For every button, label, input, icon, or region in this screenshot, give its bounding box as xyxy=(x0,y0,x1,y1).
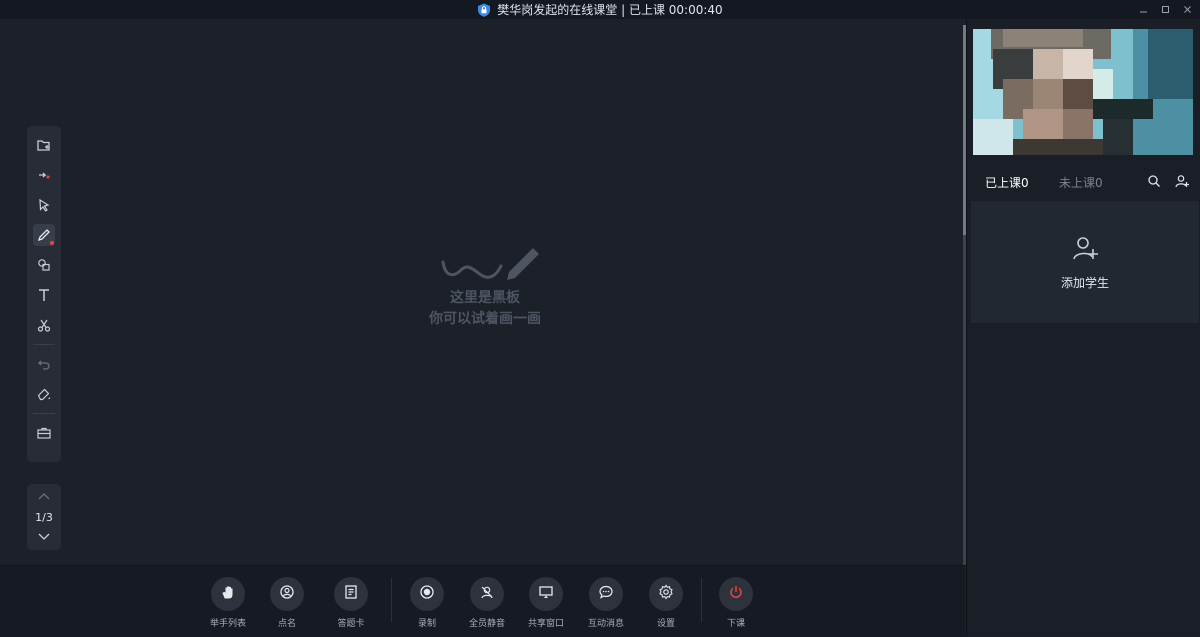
control-label: 点名 xyxy=(277,619,296,629)
answer-card-button[interactable]: 答题卡 xyxy=(321,577,381,629)
page-up-icon[interactable] xyxy=(38,490,50,503)
toolbar-divider xyxy=(33,413,55,414)
teacher-video[interactable] xyxy=(973,29,1193,155)
control-label: 全员静音 xyxy=(468,619,505,629)
toolbar-divider xyxy=(33,344,55,345)
student-panel: 已上课0 未上课0 添加学生 xyxy=(966,19,1200,636)
import-file-icon[interactable] xyxy=(33,134,55,156)
laser-pointer-icon[interactable] xyxy=(33,164,55,186)
scribble-pencil-icon xyxy=(441,248,539,280)
add-user-icon xyxy=(1071,234,1099,274)
mute-all-button[interactable]: 全员静音 xyxy=(457,577,517,629)
title-bar: 樊华岗发起的在线课堂 | 已上课 00:00:40 xyxy=(0,0,1200,19)
control-label: 举手列表 xyxy=(209,619,246,629)
control-label: 设置 xyxy=(656,619,675,629)
empty-hint-line1: 这里是黑板 xyxy=(450,290,520,306)
record-button[interactable]: 录制 xyxy=(397,577,457,629)
video-feed-image xyxy=(973,29,1193,155)
add-student-icon[interactable] xyxy=(1175,174,1189,191)
scissors-icon[interactable] xyxy=(33,314,55,336)
end-class-button[interactable]: 下课 xyxy=(706,577,766,629)
control-label: 互动消息 xyxy=(587,619,624,629)
control-label: 答题卡 xyxy=(337,619,365,629)
control-label: 下课 xyxy=(726,619,745,629)
mute-all-icon xyxy=(479,584,495,604)
chat-icon xyxy=(598,584,614,604)
tab-in-class[interactable]: 已上课0 xyxy=(985,174,1029,191)
toolbox-icon[interactable] xyxy=(33,422,55,444)
rollcall-button[interactable]: 点名 xyxy=(257,577,317,629)
empty-board-hint: 这里是黑板 你可以试着画一画 xyxy=(420,242,550,330)
shield-lock-icon xyxy=(477,3,491,17)
control-label: 共享窗口 xyxy=(527,619,564,629)
empty-hint-line2: 你可以试着画一画 xyxy=(429,311,541,327)
hand-raise-list-button[interactable]: 举手列表 xyxy=(198,577,258,629)
settings-icon xyxy=(658,584,674,604)
shapes-icon[interactable] xyxy=(33,254,55,276)
settings-button[interactable]: 设置 xyxy=(636,577,696,629)
maximize-button[interactable] xyxy=(1160,5,1170,15)
rollcall-icon xyxy=(279,584,295,604)
close-button[interactable] xyxy=(1182,5,1192,15)
page-down-icon[interactable] xyxy=(38,531,50,544)
control-divider xyxy=(391,578,392,622)
power-icon xyxy=(728,584,744,604)
student-tabs: 已上课0 未上课0 xyxy=(967,169,1200,195)
record-icon xyxy=(419,584,435,604)
hand-icon xyxy=(220,584,236,604)
window-title: 樊华岗发起的在线课堂 | 已上课 00:00:40 xyxy=(497,3,723,17)
interactive-messages-button[interactable]: 互动消息 xyxy=(576,577,636,629)
control-label: 录制 xyxy=(417,619,436,629)
answer-card-icon xyxy=(343,584,359,604)
pen-icon[interactable] xyxy=(33,224,55,246)
add-student-card[interactable]: 添加学生 xyxy=(971,201,1199,323)
pen-color-dot xyxy=(50,241,54,245)
class-control-bar: 举手列表 点名 答题卡 录制 全员静音 共享窗口 互动消息 设置 下课 xyxy=(0,565,965,637)
page-navigator: 1/3 xyxy=(27,484,61,550)
control-divider xyxy=(701,578,702,622)
search-icon[interactable] xyxy=(1147,174,1161,191)
undo-icon[interactable] xyxy=(33,353,55,375)
add-student-label: 添加学生 xyxy=(1060,275,1109,290)
minimize-button[interactable] xyxy=(1138,5,1148,15)
tab-not-in-class[interactable]: 未上课0 xyxy=(1059,174,1103,191)
whiteboard-toolbar xyxy=(27,126,61,462)
eraser-icon[interactable] xyxy=(33,383,55,405)
page-indicator: 1/3 xyxy=(35,510,53,524)
text-tool-icon[interactable] xyxy=(33,284,55,306)
share-screen-icon xyxy=(538,584,554,604)
share-window-button[interactable]: 共享窗口 xyxy=(516,577,576,629)
select-arrow-icon[interactable] xyxy=(33,194,55,216)
